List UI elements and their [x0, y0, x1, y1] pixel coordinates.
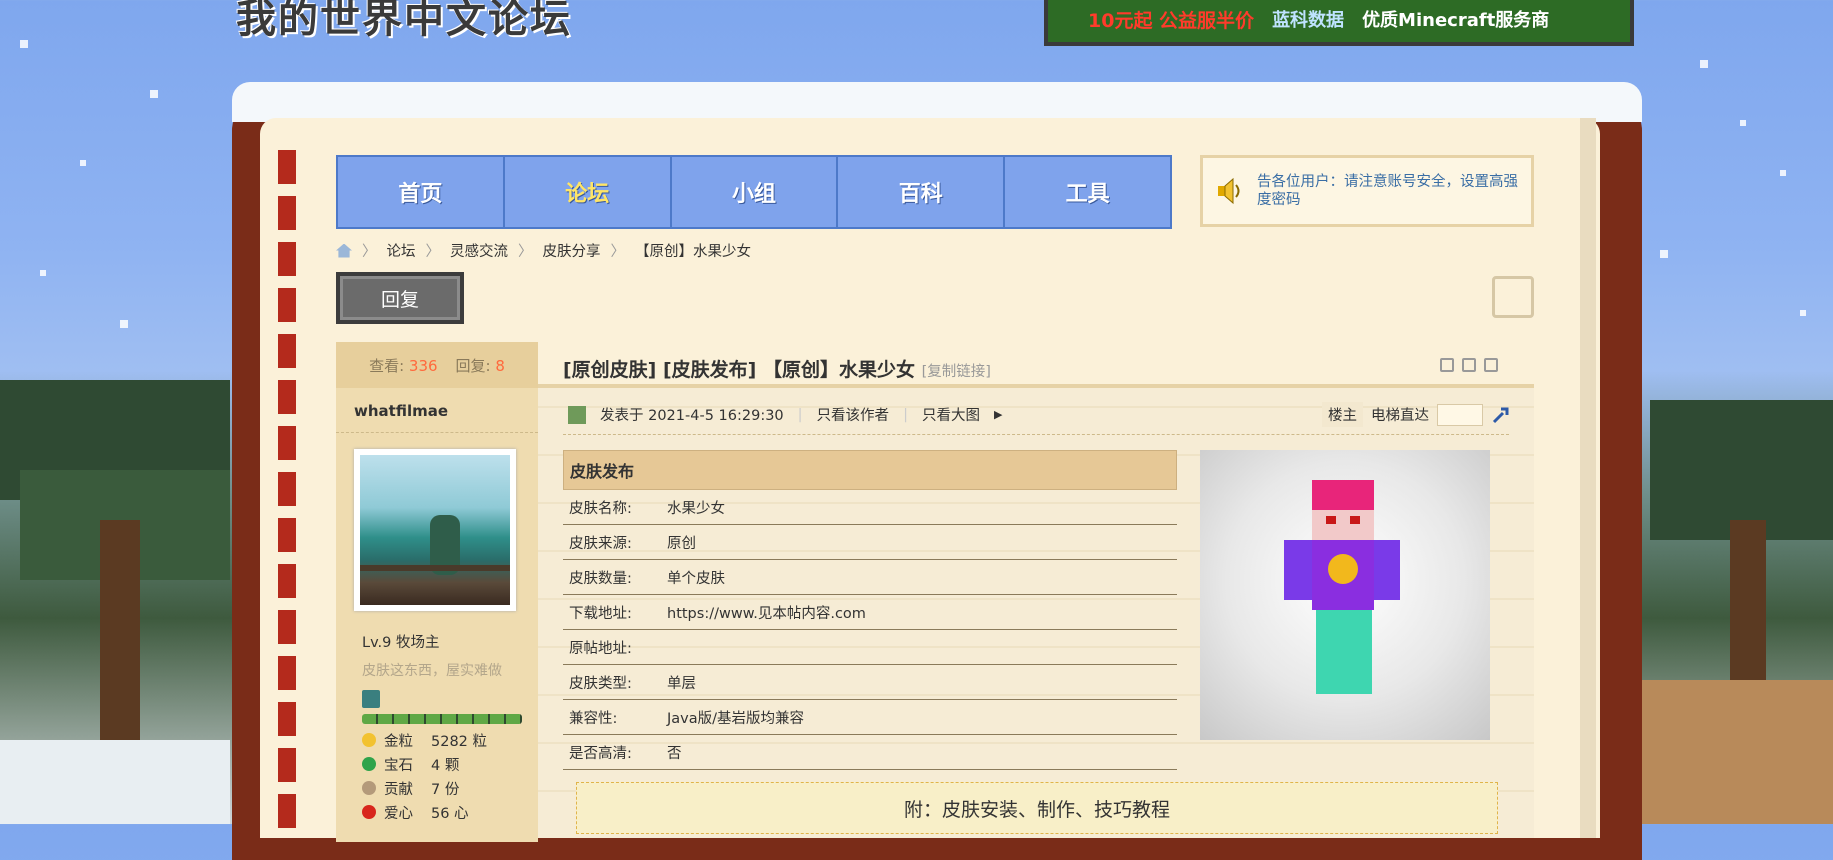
skin-emblem: [1328, 554, 1358, 584]
only-author-link[interactable]: 只看该作者: [817, 404, 890, 425]
avatar[interactable]: [354, 449, 516, 611]
ad-banner[interactable]: 10元起 公益服半价 蓝科数据 优质Minecraft服务商: [1044, 0, 1634, 46]
print-icon[interactable]: [1440, 358, 1454, 372]
announcement-text[interactable]: 告各位用户：请注意账号安全，设置高强度密码: [1257, 173, 1519, 209]
next-thread-icon[interactable]: [1484, 358, 1498, 372]
medal-icon[interactable]: [362, 690, 380, 708]
frame-snow-cap: [232, 82, 1642, 122]
skin-preview-image[interactable]: [1200, 450, 1490, 740]
nav-item-tools[interactable]: 工具: [1005, 157, 1170, 227]
only-large-image-link[interactable]: 只看大图: [922, 404, 980, 425]
prop-contribution: 贡献 7 份: [362, 780, 538, 798]
announcement-box: 告各位用户：请注意账号安全，设置高强度密码: [1200, 155, 1534, 227]
elevator-go-icon[interactable]: [1491, 405, 1511, 425]
home-icon[interactable]: [336, 243, 352, 258]
speaker-icon: [1215, 176, 1245, 206]
triangle-right-icon[interactable]: ▶: [994, 408, 1002, 421]
post-title: [原创皮肤] [皮肤发布] 【原创】水果少女 [复制链接]: [563, 355, 991, 382]
reply-button[interactable]: 回复: [336, 272, 464, 324]
contribution-icon: [362, 781, 376, 795]
gold-nugget-icon: [362, 733, 376, 747]
title-divider: [538, 384, 1534, 388]
breadcrumb-inspiration[interactable]: 灵感交流: [450, 240, 508, 261]
elevator-input[interactable]: [1437, 403, 1483, 426]
table-row: 兼容性: Java版/基岩版均兼容: [563, 700, 1177, 735]
table-row: 原帖地址:: [563, 630, 1177, 665]
skin-eye-right: [1350, 516, 1360, 524]
post-meta: 发表于 2021-4-5 16:29:30 | 只看该作者 | 只看大图 ▶: [568, 404, 1002, 425]
replies-count: 8: [495, 356, 505, 375]
table-row: 皮肤类型: 单层: [563, 665, 1177, 700]
previous-thread-icon[interactable]: [1462, 358, 1476, 372]
banner-promo: 10元起 公益服半价: [1088, 9, 1255, 32]
skin-eye-left: [1326, 516, 1336, 524]
title-tools: [1440, 358, 1498, 372]
table-row: 是否高清: 否: [563, 735, 1177, 770]
banner-tagline: 优质Minecraft服务商: [1362, 10, 1550, 31]
prop-gold: 金粒 5282 粒: [362, 732, 538, 750]
main-nav: 首页 论坛 小组 百科 工具: [336, 155, 1172, 229]
elevator-label: 电梯直达: [1371, 408, 1429, 424]
skin-table-heading: 皮肤发布: [563, 450, 1177, 490]
skin-info-table: 皮肤发布 皮肤名称: 水果少女 皮肤来源: 原创 皮肤数量: 单个皮肤 下载地址: ht…: [563, 450, 1177, 770]
table-row: 下载地址: https://www.见本帖内容.com: [563, 595, 1177, 630]
thread-stats: 查看: 336 回复: 8: [336, 342, 538, 388]
experience-bar: [362, 714, 522, 724]
table-row: 皮肤数量: 单个皮肤: [563, 560, 1177, 595]
author-motto: 皮肤这东西，屋实难做: [362, 663, 502, 679]
views-label: 查看:: [369, 356, 405, 375]
breadcrumb-skins[interactable]: 皮肤分享: [543, 240, 601, 261]
table-row: 皮肤来源: 原创: [563, 525, 1177, 560]
breadcrumb-forum[interactable]: 论坛: [387, 240, 416, 261]
skin-face: [1312, 510, 1374, 540]
floor-label: 楼主: [1322, 402, 1363, 427]
post-floor-tools: 楼主 电梯直达: [1322, 402, 1511, 427]
author-mini-avatar[interactable]: [568, 405, 586, 424]
copy-link[interactable]: [复制链接]: [922, 364, 991, 380]
tutorial-link[interactable]: 附：皮肤安装、制作、技巧教程: [576, 782, 1498, 834]
book-spine: [278, 150, 296, 830]
prop-love: 爱心 56 心: [362, 804, 538, 822]
skin-legs: [1316, 610, 1372, 694]
skin-arm-right: [1374, 540, 1400, 600]
avatar-image: [360, 455, 510, 605]
skin-arm-left: [1284, 540, 1312, 600]
post-title-text[interactable]: [原创皮肤] [皮肤发布] 【原创】水果少女: [563, 359, 915, 381]
author-level: Lv.9 牧场主: [362, 635, 440, 651]
page-edge: [1580, 118, 1596, 838]
skin-hair: [1312, 480, 1374, 510]
views-count: 336: [408, 356, 438, 375]
nav-item-forum[interactable]: 论坛: [505, 157, 672, 227]
author-username[interactable]: whatfilmae: [336, 388, 538, 433]
table-row: 皮肤名称: 水果少女: [563, 490, 1177, 525]
nav-item-wiki[interactable]: 百科: [838, 157, 1006, 227]
meta-divider: [563, 434, 1509, 435]
post-date: 发表于 2021-4-5 16:29:30: [600, 408, 784, 424]
site-logo[interactable]: 我的世界中文论坛: [236, 0, 572, 44]
apple-icon: [362, 805, 376, 819]
replies-label: 回复:: [455, 356, 491, 375]
prop-gem: 宝石 4 颗: [362, 756, 538, 774]
nav-item-groups[interactable]: 小组: [672, 157, 839, 227]
breadcrumb: 〉 论坛 〉 灵感交流 〉 皮肤分享 〉 【原创】水果少女: [336, 240, 751, 261]
author-sidebar: 查看: 336 回复: 8 whatfilmae Lv.9 牧场主 皮肤这东西，…: [336, 342, 538, 842]
return-icon[interactable]: [1492, 276, 1534, 318]
emerald-icon: [362, 757, 376, 771]
banner-brand: 蓝科数据: [1272, 10, 1345, 31]
breadcrumb-current[interactable]: 【原创】水果少女: [635, 240, 751, 261]
nav-item-home[interactable]: 首页: [338, 157, 505, 227]
